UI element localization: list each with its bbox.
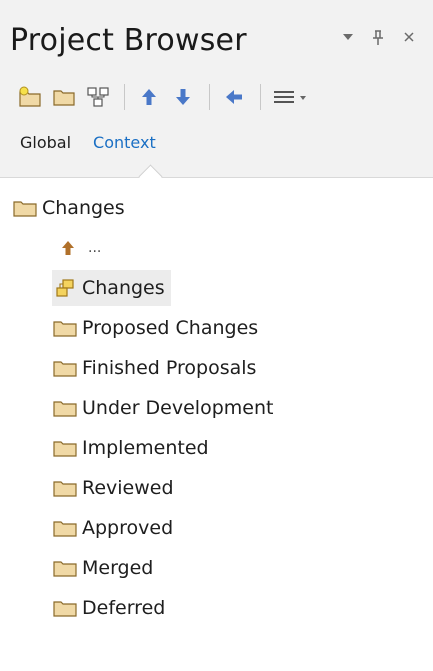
tree-root[interactable]: Changes (12, 190, 125, 226)
toolbar-separator (124, 84, 125, 110)
up-arrow-icon (58, 238, 78, 258)
folder-icon (52, 318, 78, 338)
menu-icon[interactable] (269, 82, 313, 112)
tree-item[interactable]: Proposed Changes (52, 310, 258, 346)
toolbar-separator (260, 84, 261, 110)
folder-icon[interactable] (48, 82, 80, 112)
tree-item[interactable]: Finished Proposals (52, 350, 256, 386)
tree-item-label: Reviewed (82, 477, 174, 499)
folder-icon (52, 478, 78, 498)
tree-item-label: Implemented (82, 437, 209, 459)
navigate-back-icon[interactable] (218, 82, 250, 112)
scope-tabs: Global Context (20, 133, 178, 152)
folder-icon (52, 558, 78, 578)
package-diagram-icon (52, 278, 78, 298)
tree-root-label: Changes (42, 197, 125, 219)
tab-global[interactable]: Global (20, 133, 71, 152)
chevron-down-icon[interactable] (341, 30, 355, 49)
diagram-icon[interactable] (82, 82, 114, 112)
tree-item[interactable]: Under Development (52, 390, 273, 426)
tree-up-link[interactable]: ... (58, 230, 101, 266)
tree-item-label: Approved (82, 517, 174, 539)
tree-up-link-label: ... (88, 240, 102, 256)
tree-item[interactable]: Deferred (52, 590, 165, 626)
tree-item[interactable]: Reviewed (52, 470, 174, 506)
pin-icon[interactable] (371, 30, 385, 51)
new-package-icon[interactable] (14, 82, 46, 112)
folder-icon (52, 598, 78, 618)
tree-item[interactable]: Merged (52, 550, 153, 586)
folder-icon (52, 358, 78, 378)
folder-icon (12, 198, 38, 218)
toolbar (14, 80, 315, 114)
folder-icon (52, 398, 78, 418)
tree-item-label: Finished Proposals (82, 357, 257, 379)
move-up-icon[interactable] (133, 82, 165, 112)
panel-title: Project Browser (10, 22, 247, 58)
tree-item-label: Deferred (82, 597, 166, 619)
move-down-icon[interactable] (167, 82, 199, 112)
tree-item[interactable]: Approved (52, 510, 173, 546)
tree-item-label: Changes (82, 277, 165, 299)
tree-item[interactable]: Implemented (52, 430, 209, 466)
tree-item-label: Merged (82, 557, 154, 579)
panel-header: Project Browser Global Context (0, 0, 433, 178)
toolbar-separator (209, 84, 210, 110)
close-icon[interactable] (402, 30, 416, 49)
tree-item-changes-diagram[interactable]: Changes (52, 270, 171, 306)
tree-item-label: Proposed Changes (82, 317, 259, 339)
header-divider (0, 177, 433, 178)
tab-context[interactable]: Context (93, 133, 156, 152)
folder-icon (52, 438, 78, 458)
folder-icon (52, 518, 78, 538)
tree-item-label: Under Development (82, 397, 274, 419)
